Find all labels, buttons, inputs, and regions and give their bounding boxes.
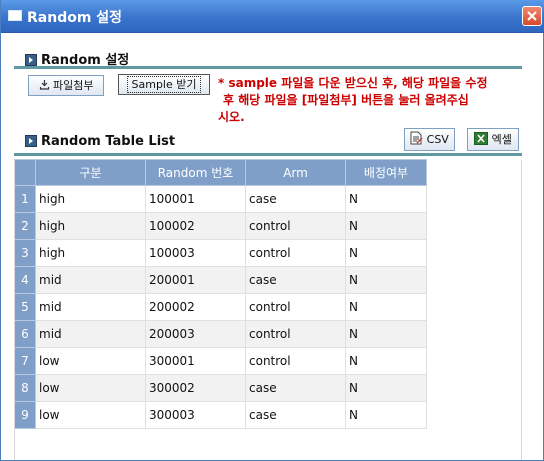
table-row[interactable]: 6 mid 200003 control N (14, 320, 427, 348)
table-row[interactable]: 7 low 300001 control N (14, 347, 427, 375)
cell-assigned: N (345, 347, 427, 375)
close-icon (527, 11, 537, 21)
cell-group: low (35, 401, 146, 429)
table-row[interactable]: 9 low 300003 case N (14, 401, 427, 429)
cell-group: mid (35, 266, 146, 294)
excel-label: 엑셀 (491, 133, 512, 146)
table-header-row: 구분 Random 번호 Arm 배정여부 (14, 159, 427, 186)
notice-text: * sample 파일을 다운 받으신 후, 해당 파일을 수정 후 해당 파일… (218, 75, 528, 126)
divider (14, 66, 522, 69)
cell-random-no: 200001 (145, 266, 246, 294)
cell-arm: case (245, 374, 346, 402)
table-row[interactable]: 5 mid 200002 control N (14, 293, 427, 321)
csv-label: CSV (426, 133, 449, 146)
cell-group: high (35, 239, 146, 267)
row-number: 4 (14, 266, 36, 294)
cell-assigned: N (345, 266, 427, 294)
header-random-no[interactable]: Random 번호 (145, 159, 246, 186)
header-arm[interactable]: Arm (245, 159, 346, 186)
random-table: 구분 Random 번호 Arm 배정여부 1 high 100001 case… (14, 159, 427, 429)
title-bar[interactable]: Random 설정 (1, 0, 544, 33)
cell-random-no: 300001 (145, 347, 246, 375)
cell-random-no: 100003 (145, 239, 246, 267)
cell-random-no: 200003 (145, 320, 246, 348)
cell-assigned: N (345, 239, 427, 267)
notice-line: 시오. (218, 110, 245, 124)
attach-file-label: 파일첨부 (53, 79, 94, 92)
row-number: 9 (14, 401, 36, 429)
row-number: 2 (14, 212, 36, 240)
cell-random-no: 300003 (145, 401, 246, 429)
row-number: 8 (14, 374, 36, 402)
cell-assigned: N (345, 401, 427, 429)
row-number: 3 (14, 239, 36, 267)
cell-arm: control (245, 239, 346, 267)
table-section-label: Random Table List (41, 134, 176, 149)
window-icon (8, 10, 22, 21)
sample-download-button[interactable]: Sample 받기 (118, 74, 210, 95)
sample-download-label: Sample 받기 (126, 76, 202, 93)
cell-random-no: 100002 (145, 212, 246, 240)
cell-random-no: 200002 (145, 293, 246, 321)
section-bullet-icon (25, 134, 37, 147)
attach-file-button[interactable]: 파일첨부 (28, 75, 104, 96)
section-bullet-icon (25, 53, 37, 66)
table-row[interactable]: 1 high 100001 case N (14, 185, 427, 213)
table-row[interactable]: 3 high 100003 control N (14, 239, 427, 267)
cell-assigned: N (345, 320, 427, 348)
row-number: 7 (14, 347, 36, 375)
cell-arm: control (245, 347, 346, 375)
cell-group: low (35, 374, 146, 402)
cell-group: mid (35, 320, 146, 348)
excel-icon (474, 132, 489, 145)
cell-assigned: N (345, 374, 427, 402)
cell-arm: case (245, 266, 346, 294)
divider (14, 153, 522, 156)
close-button[interactable] (522, 6, 542, 26)
cell-assigned: N (345, 212, 427, 240)
cell-arm: case (245, 185, 346, 213)
cell-assigned: N (345, 293, 427, 321)
csv-file-icon (410, 131, 423, 145)
csv-export-button[interactable]: CSV (404, 128, 455, 151)
download-icon (39, 80, 49, 90)
cell-group: high (35, 185, 146, 213)
cell-group: mid (35, 293, 146, 321)
notice-line: * sample 파일을 다운 받으신 후, 해당 파일을 수정 (218, 76, 488, 90)
table-section-title: Random Table List (25, 134, 175, 149)
cell-arm: control (245, 320, 346, 348)
row-number: 1 (14, 185, 36, 213)
cell-random-no: 300002 (145, 374, 246, 402)
header-group[interactable]: 구분 (35, 159, 146, 186)
dialog-window: Random 설정 Random 설정 파일첨부 Sample 받기 * sam… (0, 0, 544, 461)
table-row[interactable]: 4 mid 200001 case N (14, 266, 427, 294)
cell-group: high (35, 212, 146, 240)
row-number: 5 (14, 293, 36, 321)
window-title: Random 설정 (27, 10, 123, 26)
table-row[interactable]: 8 low 300002 case N (14, 374, 427, 402)
cell-group: low (35, 347, 146, 375)
table-row[interactable]: 2 high 100002 control N (14, 212, 427, 240)
excel-export-button[interactable]: 엑셀 (467, 128, 519, 151)
header-row-number (14, 159, 36, 186)
header-assigned[interactable]: 배정여부 (345, 159, 427, 186)
cell-arm: control (245, 293, 346, 321)
cell-assigned: N (345, 185, 427, 213)
row-number: 6 (14, 320, 36, 348)
cell-random-no: 100001 (145, 185, 246, 213)
cell-arm: case (245, 401, 346, 429)
notice-line: 후 해당 파일을 [파일첨부] 버튼을 눌러 올려주십 (223, 93, 469, 107)
cell-arm: control (245, 212, 346, 240)
